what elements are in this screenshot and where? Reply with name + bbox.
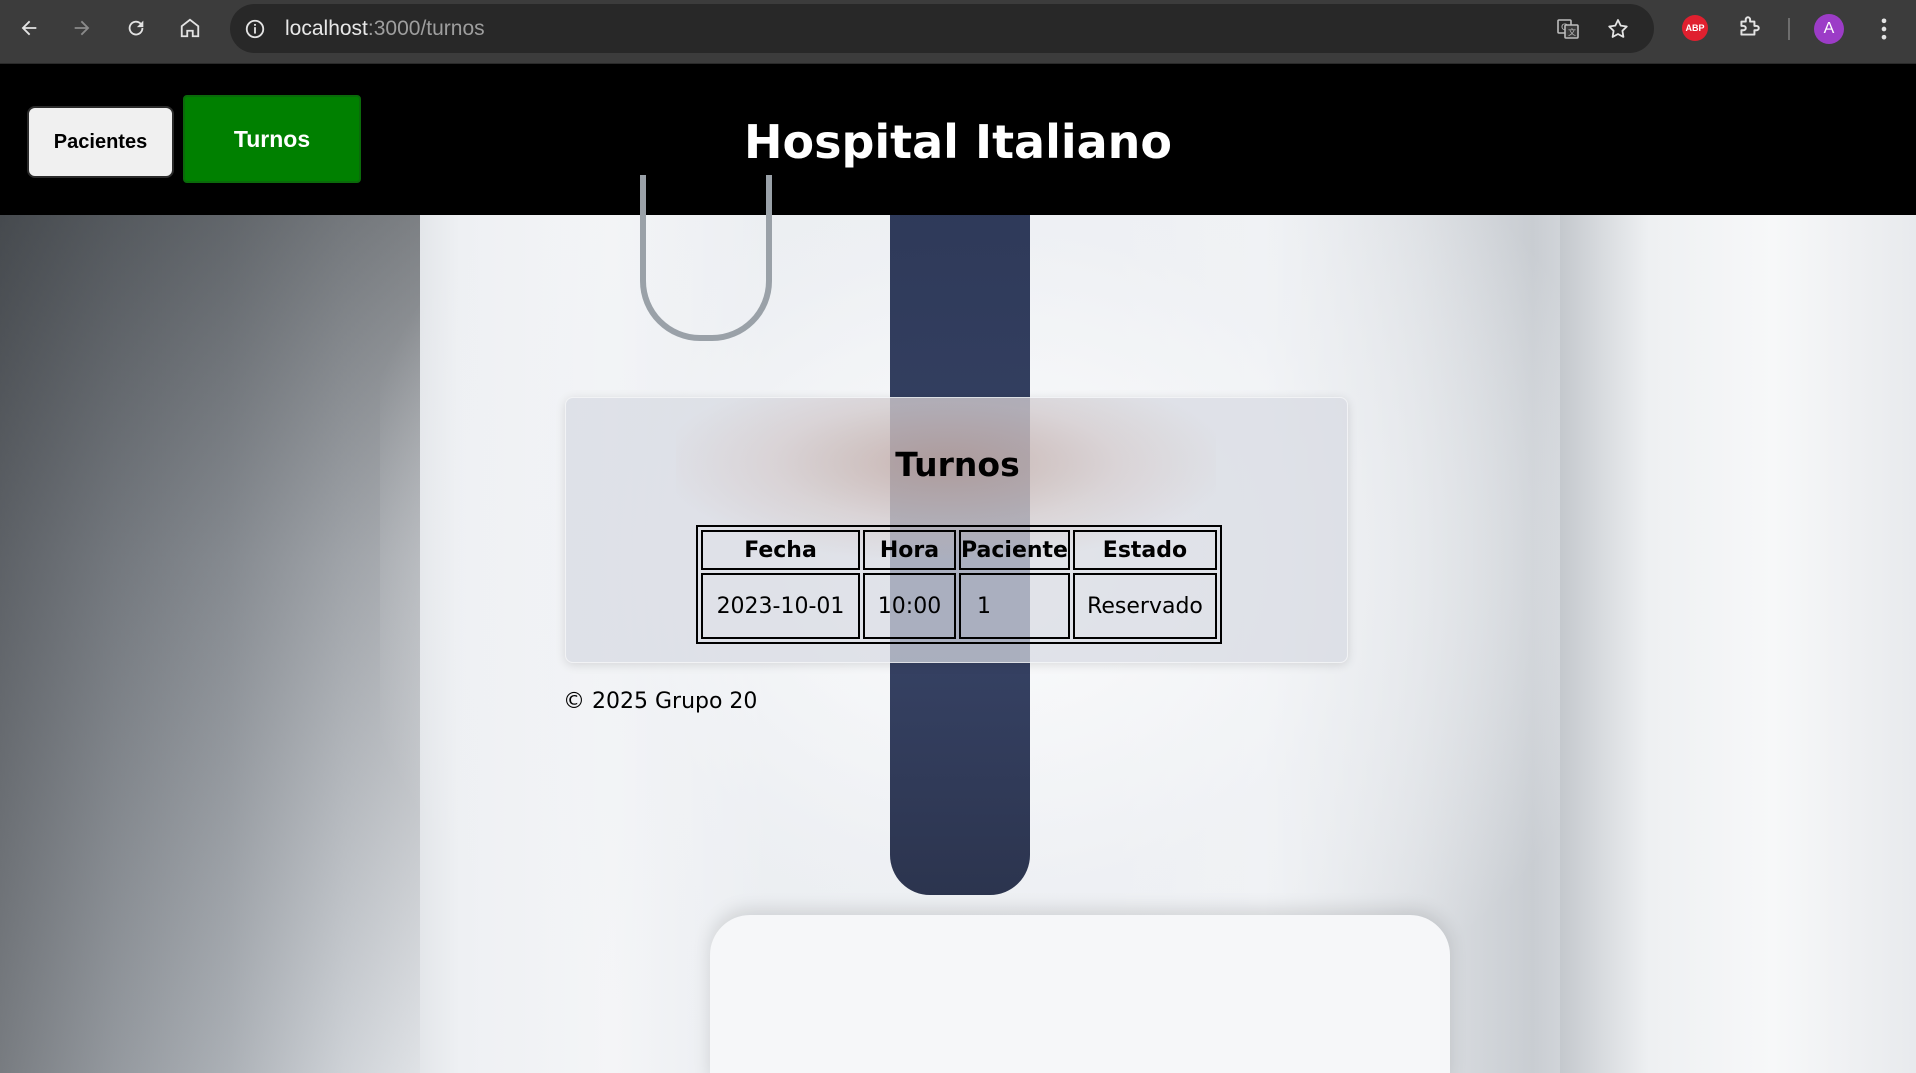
photo-clipboard	[710, 915, 1450, 1073]
browser-toolbar: localhost:3000/turnos G 文 ABP A	[0, 0, 1916, 64]
page-viewport: Pacientes Turnos Hospital Italiano Turno…	[0, 64, 1916, 1073]
footer-copyright: © 2025 Grupo 20	[563, 689, 758, 714]
column-header-hora: Hora	[863, 530, 956, 570]
cell-paciente: 1	[959, 573, 1070, 639]
cell-hora: 10:00	[863, 573, 956, 639]
address-bar[interactable]: localhost:3000/turnos G 文	[230, 4, 1654, 53]
url-text[interactable]: localhost:3000/turnos	[285, 17, 485, 41]
column-header-fecha: Fecha	[701, 530, 860, 570]
puzzle-icon[interactable]	[1736, 14, 1762, 40]
star-icon[interactable]	[1606, 17, 1630, 41]
photo-corridor-shade	[0, 215, 420, 1073]
forward-button[interactable]	[66, 12, 98, 44]
home-icon	[180, 18, 200, 38]
reload-icon	[128, 20, 144, 36]
kebab-menu-icon[interactable]	[1870, 14, 1898, 44]
table-row: 2023-10-01 10:00 1 Reservado	[701, 573, 1217, 639]
url-host: localhost	[285, 17, 368, 40]
adblock-badge-text: ABP	[1685, 23, 1705, 33]
url-path: :3000/turnos	[367, 17, 485, 40]
turnos-card: Turnos Fecha Hora Paciente Estado 2023-1…	[565, 397, 1348, 663]
adblock-extension-icon[interactable]: ABP	[1682, 15, 1708, 41]
table-header-row: Fecha Hora Paciente Estado	[701, 530, 1217, 570]
profile-avatar[interactable]: A	[1814, 14, 1844, 44]
reload-button[interactable]	[120, 12, 152, 44]
cell-fecha: 2023-10-01	[701, 573, 860, 639]
photo-door	[1560, 215, 1916, 1073]
arrow-right-icon	[74, 20, 90, 36]
column-header-paciente: Paciente	[959, 530, 1070, 570]
svg-text:文: 文	[1568, 27, 1576, 37]
turnos-table: Fecha Hora Paciente Estado 2023-10-01 10…	[696, 525, 1222, 644]
column-header-estado: Estado	[1072, 530, 1217, 570]
cell-estado: Reservado	[1072, 573, 1217, 639]
home-button[interactable]	[174, 12, 206, 44]
toolbar-divider	[1788, 18, 1790, 40]
site-header: Pacientes Turnos Hospital Italiano	[0, 64, 1916, 215]
photo-stethoscope	[640, 175, 772, 341]
arrow-left-icon	[21, 20, 37, 36]
back-button[interactable]	[13, 12, 45, 44]
profile-initial: A	[1823, 20, 1835, 37]
translate-icon[interactable]: G 文	[1556, 17, 1580, 41]
card-title: Turnos	[895, 445, 1020, 484]
site-title: Hospital Italiano	[743, 115, 1173, 169]
info-icon[interactable]	[244, 18, 266, 40]
